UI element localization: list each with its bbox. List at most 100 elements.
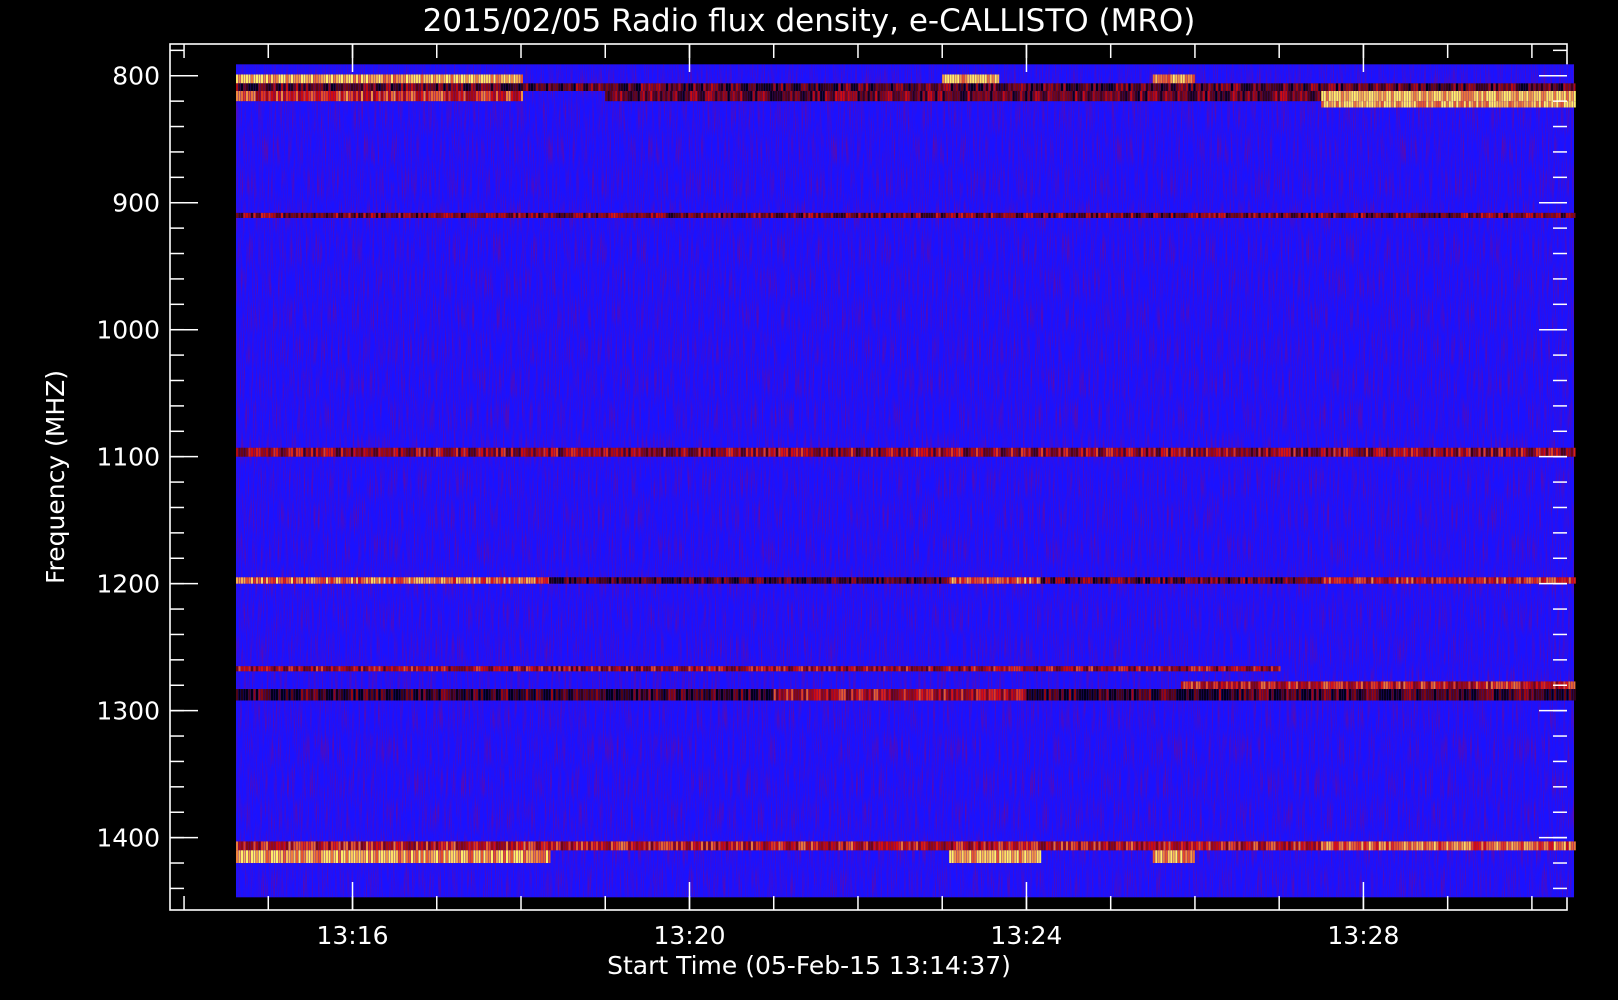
- emission-stripe: [1165, 577, 1168, 584]
- emission-stripe: [750, 90, 753, 102]
- emission-stripe: [243, 447, 246, 457]
- emission-stripe: [1329, 689, 1331, 701]
- emission-stripe: [1433, 577, 1436, 584]
- emission-stripe: [619, 577, 622, 584]
- emission-stripe: [658, 83, 661, 91]
- emission-stripe: [1481, 90, 1484, 102]
- emission-stripe: [533, 447, 536, 457]
- emission-stripe: [1503, 90, 1506, 102]
- emission-stripe: [982, 74, 985, 84]
- emission-stripe: [558, 447, 561, 457]
- emission-stripe: [1521, 841, 1524, 851]
- emission-stripe: [841, 212, 843, 218]
- emission-stripe: [614, 577, 617, 584]
- emission-stripe: [1031, 666, 1033, 672]
- emission-stripe: [875, 90, 878, 102]
- emission-stripe: [986, 447, 988, 457]
- emission-stripe: [478, 850, 481, 864]
- emission-stripe: [838, 83, 841, 91]
- emission-stripe: [1473, 577, 1476, 584]
- emission-stripe: [1539, 689, 1541, 701]
- emission-stripe: [661, 447, 663, 457]
- emission-stripe: [1268, 681, 1271, 690]
- emission-stripe: [543, 447, 546, 457]
- emission-stripe: [1154, 689, 1156, 701]
- emission-stripe: [1191, 447, 1193, 457]
- emission-stripe: [511, 841, 513, 851]
- emission-stripe: [238, 666, 241, 672]
- emission-stripe: [243, 577, 246, 584]
- emission-stripe: [336, 83, 338, 91]
- emission-stripe: [236, 841, 238, 851]
- emission-stripe: [983, 83, 986, 91]
- emission-stripe: [1045, 90, 1048, 102]
- emission-stripe: [466, 577, 468, 584]
- emission-stripe: [266, 212, 268, 218]
- emission-stripe: [1123, 841, 1126, 851]
- emission-stripe: [1013, 689, 1016, 701]
- emission-stripe: [1074, 689, 1076, 701]
- emission-stripe: [1042, 90, 1045, 102]
- emission-stripe: [876, 83, 878, 91]
- emission-stripe: [1215, 577, 1218, 584]
- emission-stripe: [1079, 689, 1081, 701]
- emission-stripe: [348, 850, 351, 864]
- emission-stripe: [1493, 447, 1496, 457]
- emission-stripe: [1292, 90, 1295, 102]
- emission-stripe: [723, 447, 726, 457]
- emission-stripe: [1453, 447, 1456, 457]
- emission-stripe: [1553, 447, 1556, 457]
- emission-stripe: [281, 74, 283, 84]
- emission-stripe: [1333, 577, 1336, 584]
- emission-stripe: [291, 841, 293, 851]
- emission-stripe: [1226, 841, 1228, 851]
- emission-stripe: [406, 447, 408, 457]
- emission-stripe: [598, 666, 601, 672]
- emission-stripe: [831, 666, 833, 672]
- emission-stripe: [316, 83, 318, 91]
- emission-stripe: [526, 577, 528, 584]
- emission-stripe: [1063, 447, 1066, 457]
- emission-stripe: [1111, 212, 1113, 218]
- emission-stripe: [948, 666, 951, 672]
- emission-stripe: [576, 212, 578, 218]
- emission-stripe: [1331, 212, 1333, 218]
- emission-stripe: [1006, 447, 1008, 457]
- emission-stripe: [443, 83, 446, 91]
- emission-stripe: [886, 212, 888, 218]
- emission-stripe: [533, 212, 536, 218]
- emission-stripe: [368, 577, 371, 584]
- emission-stripe: [1261, 666, 1263, 672]
- emission-stripe: [473, 577, 476, 584]
- emission-stripe: [313, 447, 316, 457]
- emission-stripe: [801, 689, 804, 701]
- emission-stripe: [436, 850, 438, 864]
- emission-stripe: [1548, 681, 1551, 690]
- emission-stripe: [644, 577, 647, 584]
- emission-stripe: [731, 689, 733, 701]
- emission-stripe: [346, 577, 348, 584]
- emission-stripe: [1373, 841, 1376, 851]
- emission-stripe: [846, 666, 848, 672]
- emission-stripe: [746, 83, 748, 91]
- emission-stripe: [406, 666, 408, 672]
- emission-stripe: [1210, 681, 1213, 690]
- emission-stripe: [343, 212, 346, 218]
- emission-stripe: [1233, 841, 1236, 851]
- emission-stripe: [706, 841, 708, 851]
- emission-stripe: [423, 689, 426, 701]
- emission-stripe: [1148, 447, 1151, 457]
- emission-stripe: [1198, 212, 1201, 218]
- emission-stripe: [1168, 666, 1171, 672]
- emission-stripe: [893, 212, 896, 218]
- emission-stripe: [398, 850, 401, 864]
- emission-stripe: [606, 841, 608, 851]
- emission-stripe: [691, 689, 693, 701]
- emission-stripe: [416, 90, 418, 102]
- emission-stripe: [696, 689, 698, 701]
- emission-stripe: [1446, 212, 1448, 218]
- emission-stripe: [1443, 447, 1446, 457]
- emission-stripe: [276, 90, 278, 102]
- emission-stripe: [1558, 577, 1561, 584]
- emission-stripe: [333, 83, 336, 91]
